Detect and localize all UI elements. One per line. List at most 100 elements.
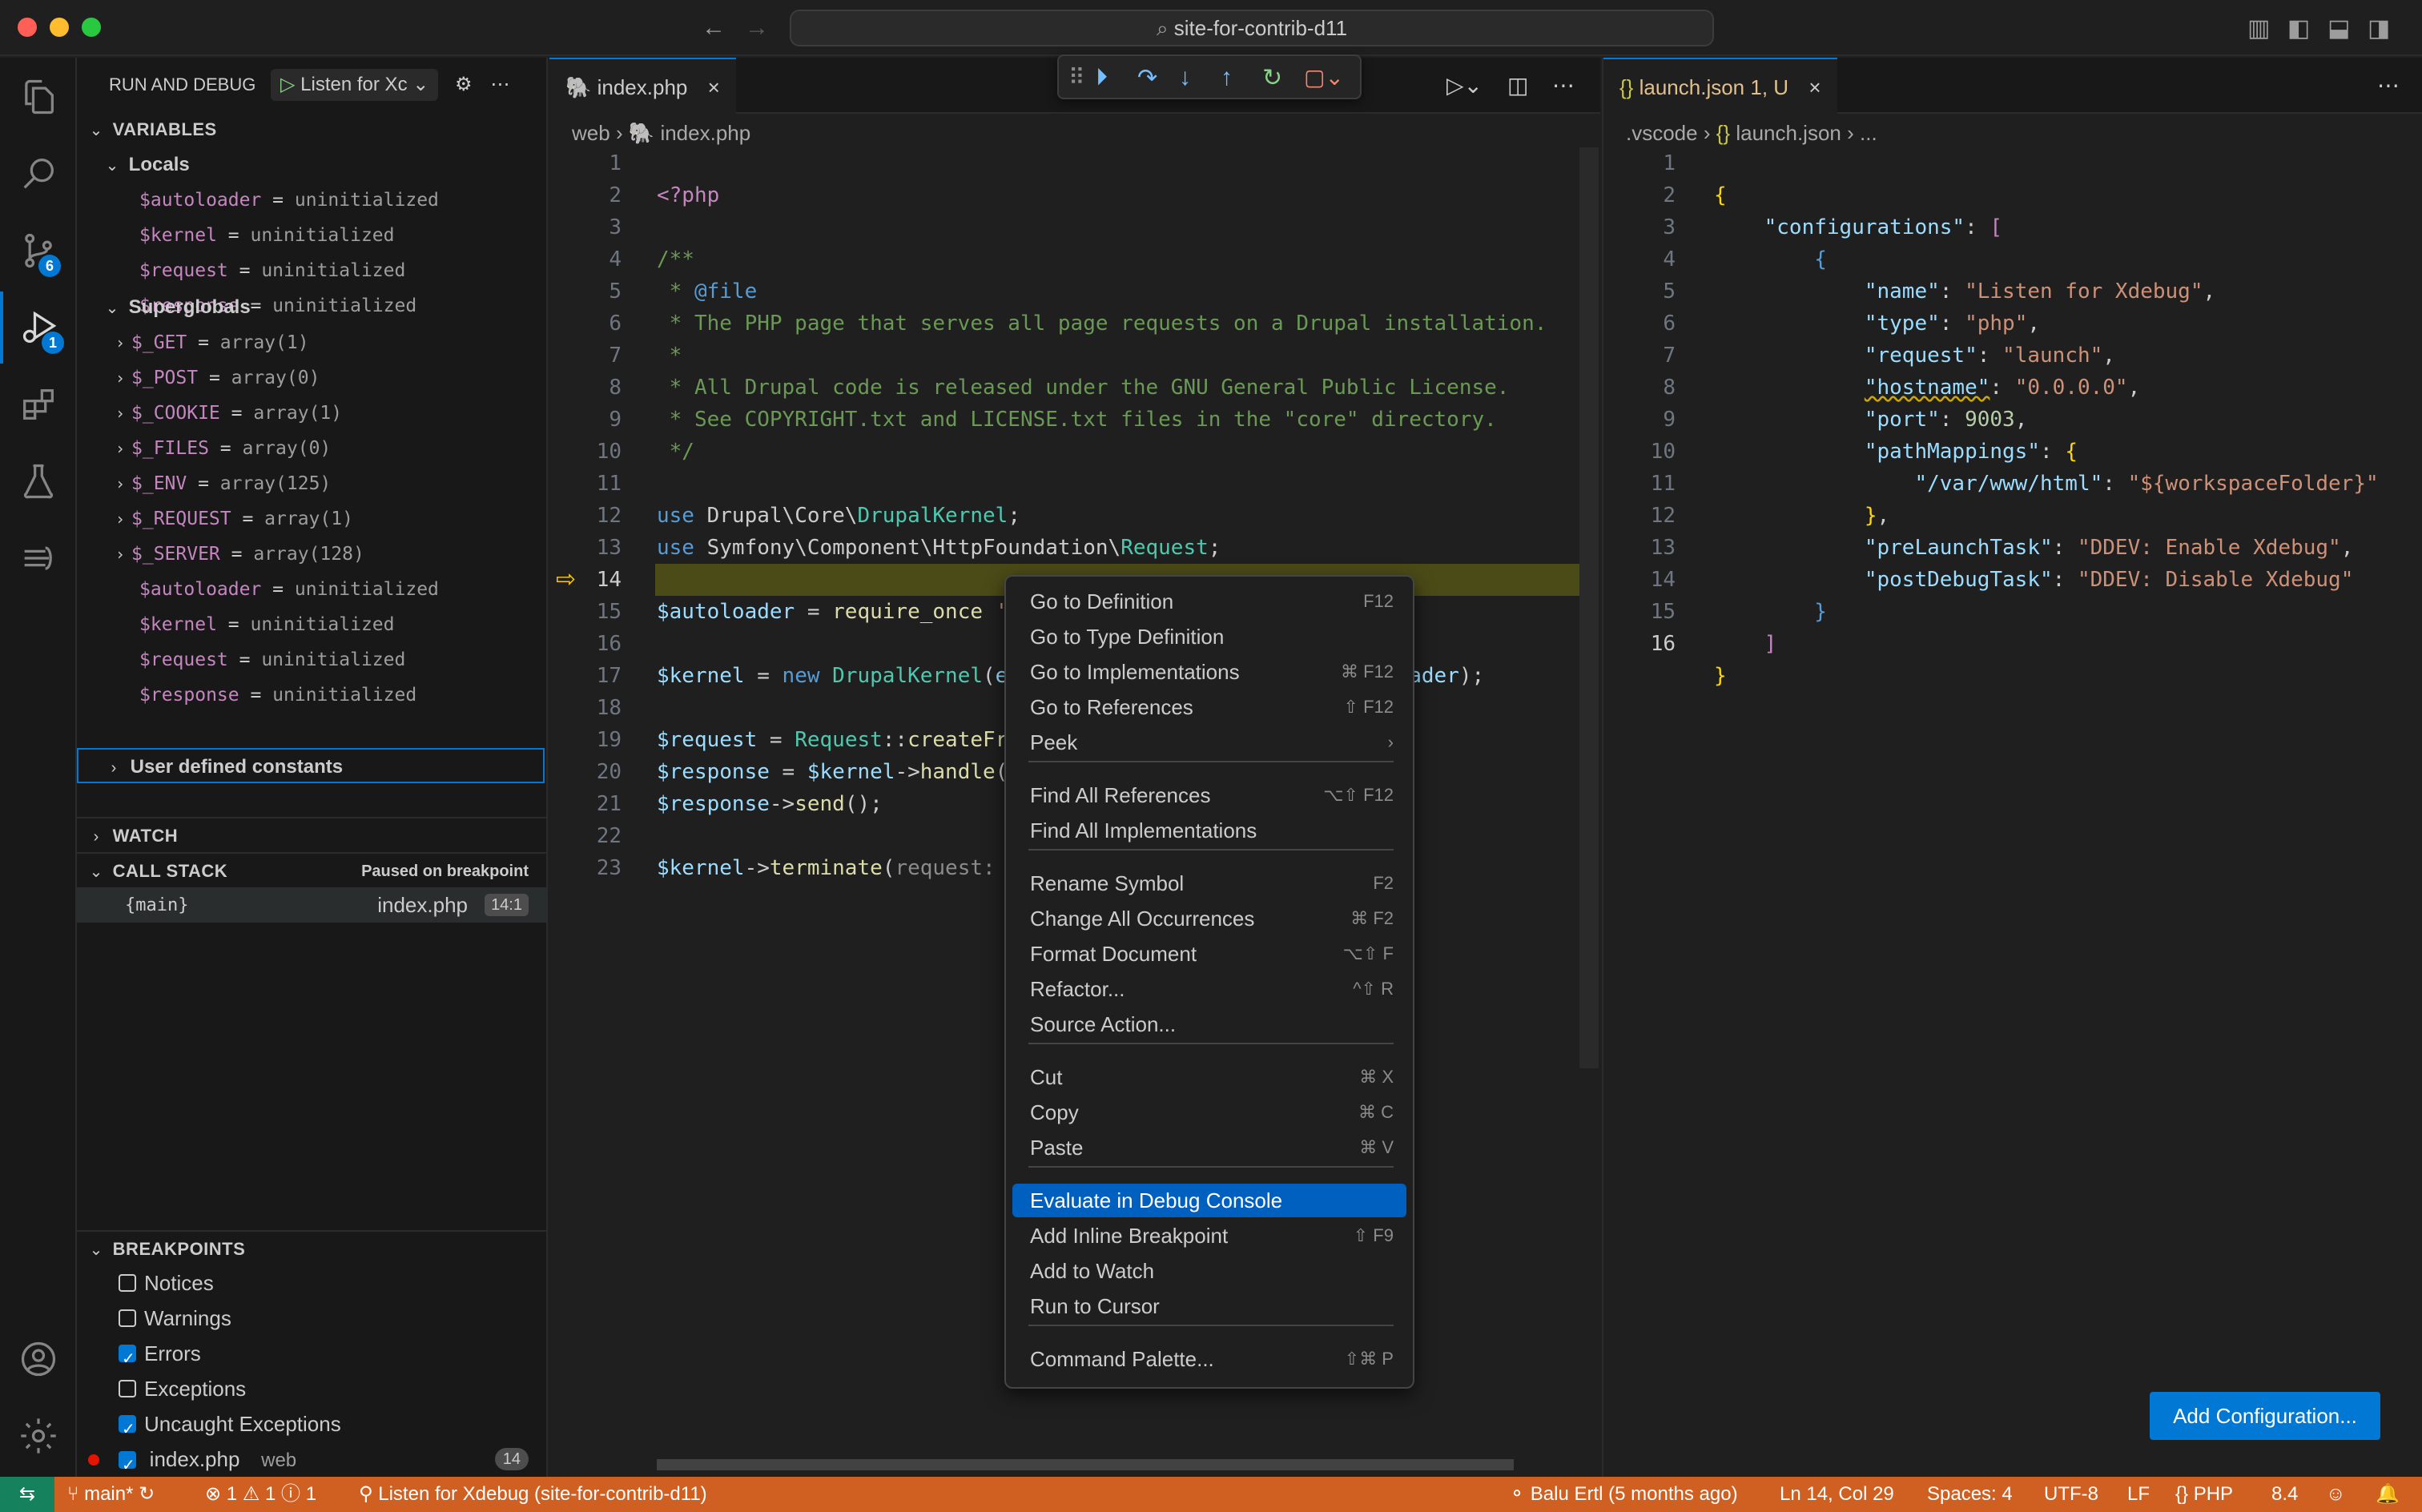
more-actions-icon[interactable]: ⋯ xyxy=(490,74,509,95)
php-version[interactable]: 8.4 xyxy=(2271,1477,2298,1512)
customize-layout-icon[interactable]: ▥ xyxy=(2247,14,2270,42)
menu-item-add-to-watch[interactable]: Add to Watch xyxy=(1012,1254,1406,1288)
close-icon[interactable]: × xyxy=(708,75,720,99)
menu-item-run-to-cursor[interactable]: Run to Cursor xyxy=(1012,1289,1406,1323)
breadcrumb-folder[interactable]: .vscode xyxy=(1626,121,1698,145)
toggle-secondary-sidebar-icon[interactable]: ◨ xyxy=(2368,14,2390,42)
breadcrumb-file[interactable]: launch.json xyxy=(1736,121,1841,145)
accounts-icon[interactable] xyxy=(0,1323,77,1395)
superglobal-row[interactable]: › $_ENV = array(125) xyxy=(77,466,548,501)
tab-launch-json[interactable]: {} launch.json 1, U × xyxy=(1603,58,1837,114)
drag-handle-icon[interactable]: ⠿ xyxy=(1068,64,1085,90)
zoom-window-button[interactable] xyxy=(82,18,101,37)
encoding[interactable]: UTF-8 xyxy=(2044,1477,2098,1512)
remote-explorer-icon[interactable] xyxy=(0,522,77,594)
watch-section-header[interactable]: › WATCH xyxy=(77,817,548,852)
vertical-scrollbar[interactable] xyxy=(1579,147,1599,1068)
add-configuration-button[interactable]: Add Configuration... xyxy=(2150,1392,2380,1440)
breakpoint-row[interactable]: Notices xyxy=(77,1265,548,1301)
menu-item-format-document[interactable]: Format Document ⌥⇧ F xyxy=(1012,937,1406,971)
breakpoint-checkbox[interactable] xyxy=(119,1341,136,1377)
menu-item-find-all-implementations[interactable]: Find All Implementations xyxy=(1012,814,1406,847)
horizontal-scrollbar[interactable] xyxy=(657,1459,1514,1470)
close-icon[interactable]: × xyxy=(1808,75,1821,99)
callstack-frame[interactable]: {main} index.php 14:1 xyxy=(77,887,548,923)
menu-item-rename-symbol[interactable]: Rename Symbol F2 xyxy=(1012,867,1406,900)
testing-icon[interactable] xyxy=(0,445,77,517)
menu-item-go-to-type-definition[interactable]: Go to Type Definition xyxy=(1012,620,1406,653)
variable-row[interactable]: $response = uninitialized xyxy=(77,678,548,713)
source-control-icon[interactable]: 6 xyxy=(0,215,77,287)
extensions-icon[interactable] xyxy=(0,368,77,440)
editor-more-actions-icon[interactable]: ⋯ xyxy=(2377,72,2400,99)
breadcrumb-file[interactable]: index.php xyxy=(660,121,750,145)
settings-gear-icon[interactable] xyxy=(0,1400,77,1472)
menu-item-paste[interactable]: Paste ⌘ V xyxy=(1012,1131,1406,1164)
restart-icon[interactable]: ↻ xyxy=(1262,64,1291,93)
tab-index-php[interactable]: 🐘 index.php × xyxy=(549,58,736,114)
menu-item-refactor[interactable]: Refactor... ^⇧ R xyxy=(1012,972,1406,1006)
user-constants-scope[interactable]: › User defined constants xyxy=(77,748,545,783)
toggle-primary-sidebar-icon[interactable]: ◧ xyxy=(2287,14,2310,42)
git-blame[interactable]: ⚬ Balu Ertl (5 months ago) xyxy=(1509,1477,1738,1512)
breakpoint-checkbox[interactable] xyxy=(119,1274,136,1293)
menu-item-peek[interactable]: Peek › xyxy=(1012,726,1406,759)
menu-item-find-all-references[interactable]: Find All References ⌥⇧ F12 xyxy=(1012,778,1406,812)
variable-row[interactable]: $request = uninitialized xyxy=(77,642,548,678)
superglobals-scope[interactable]: ⌄ Superglobals xyxy=(77,290,548,325)
debug-session-indicator[interactable]: ⚲ Listen for Xdebug (site-for-contrib-d1… xyxy=(359,1477,707,1512)
breakpoint-checkbox[interactable] xyxy=(119,1412,136,1447)
indentation[interactable]: Spaces: 4 xyxy=(1927,1477,2013,1512)
copilot-icon[interactable]: ☺ xyxy=(2326,1477,2346,1512)
sync-icon[interactable]: ↻ xyxy=(139,1483,155,1505)
continue-icon[interactable]: ⏵ xyxy=(1096,64,1124,93)
breakpoint-row[interactable]: Errors xyxy=(77,1336,548,1377)
superglobal-row[interactable]: › $_GET = array(1) xyxy=(77,325,548,360)
start-debugging-icon[interactable]: ▷ xyxy=(280,74,295,95)
file-breakpoint-checkbox[interactable] xyxy=(119,1448,136,1483)
language-mode[interactable]: {} PHP xyxy=(2175,1477,2233,1512)
step-into-icon[interactable]: ↓ xyxy=(1179,64,1208,93)
step-out-icon[interactable]: ↑ xyxy=(1221,64,1249,93)
json-code[interactable]: { "configurations": [ { "name": "Listen … xyxy=(1714,147,2379,724)
search-view-icon[interactable] xyxy=(0,138,77,210)
superglobal-row[interactable]: › $_FILES = array(0) xyxy=(77,431,548,466)
callstack-section-header[interactable]: ⌄ CALL STACK Paused on breakpoint xyxy=(77,852,548,887)
stop-icon[interactable]: ▢⌄ xyxy=(1304,64,1344,93)
cursor-position[interactable]: Ln 14, Col 29 xyxy=(1780,1477,1894,1512)
superglobal-row[interactable]: › $_COOKIE = array(1) xyxy=(77,396,548,431)
menu-item-copy[interactable]: Copy ⌘ C xyxy=(1012,1096,1406,1129)
superglobal-row[interactable]: › $_REQUEST = array(1) xyxy=(77,501,548,537)
branch-indicator[interactable]: ⑂ main* ↻ xyxy=(67,1477,155,1512)
breakpoint-row[interactable]: Uncaught Exceptions xyxy=(77,1406,548,1447)
menu-item-evaluate-in-debug-console[interactable]: Evaluate in Debug Console xyxy=(1012,1184,1406,1217)
back-arrow-icon[interactable]: ← xyxy=(702,14,726,42)
breadcrumb-symbol[interactable]: ... xyxy=(1860,121,1877,145)
variable-row[interactable]: $request = uninitialized xyxy=(77,253,548,288)
menu-item-change-all-occurrences[interactable]: Change All Occurrences ⌘ F2 xyxy=(1012,902,1406,935)
menu-item-source-action[interactable]: Source Action... xyxy=(1012,1007,1406,1041)
variable-row[interactable]: $autoloader = uninitialized xyxy=(77,183,548,218)
debug-settings-gear-icon[interactable]: ⚙ xyxy=(455,74,473,95)
superglobal-row[interactable]: › $_POST = array(0) xyxy=(77,360,548,396)
menu-item-go-to-references[interactable]: Go to References ⇧ F12 xyxy=(1012,690,1406,724)
split-editor-icon[interactable]: ◫ xyxy=(1507,72,1528,99)
run-debug-icon[interactable]: 1 xyxy=(0,292,77,364)
breakpoint-checkbox[interactable] xyxy=(119,1309,136,1328)
breakpoints-section-header[interactable]: ⌄ BREAKPOINTS xyxy=(77,1230,548,1265)
explorer-icon[interactable] xyxy=(0,61,77,133)
breadcrumb-folder[interactable]: web xyxy=(572,121,610,145)
file-breakpoint[interactable]: index.php web 14 xyxy=(77,1442,548,1483)
menu-item-cut[interactable]: Cut ⌘ X xyxy=(1012,1060,1406,1094)
menu-item-add-inline-breakpoint[interactable]: Add Inline Breakpoint ⇧ F9 xyxy=(1012,1219,1406,1253)
step-over-icon[interactable]: ↷ xyxy=(1137,64,1166,93)
variable-row[interactable]: $kernel = uninitialized xyxy=(77,218,548,253)
close-window-button[interactable] xyxy=(18,18,37,37)
variable-row[interactable]: $autoloader = uninitialized xyxy=(77,572,548,607)
breakpoint-row[interactable]: Exceptions xyxy=(77,1371,548,1406)
breakpoint-row[interactable]: Warnings xyxy=(77,1301,548,1336)
editor-more-actions-icon[interactable]: ⋯ xyxy=(1552,72,1575,99)
debug-config-select[interactable]: ▷ Listen for Xc ⌄ xyxy=(271,69,439,101)
variable-row[interactable]: $kernel = uninitialized xyxy=(77,607,548,642)
forward-arrow-icon[interactable]: → xyxy=(745,14,769,42)
